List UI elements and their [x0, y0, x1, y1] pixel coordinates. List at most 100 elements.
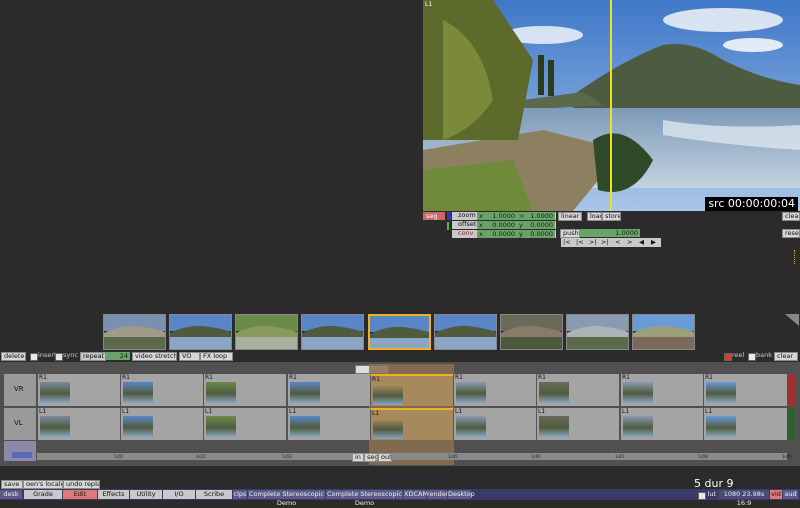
zoom-x-value[interactable]: 1.0000 — [492, 212, 515, 220]
conv-x-value[interactable]: 0.0000 — [492, 230, 515, 238]
offset-x-value[interactable]: 0.0000 — [492, 221, 515, 229]
vr-clip[interactable]: R1 — [203, 374, 286, 406]
clip-label: R1 — [39, 374, 47, 381]
clip-thumbnail — [456, 416, 486, 437]
zoom-y-value[interactable]: 1.0000 — [530, 212, 553, 220]
out-button[interactable]: out — [378, 453, 392, 462]
vl-clip[interactable]: L1 — [203, 408, 286, 440]
thumb-1[interactable] — [103, 314, 166, 350]
conv-x-label: x — [479, 230, 483, 238]
linear-button[interactable]: linear — [558, 212, 582, 221]
vr-clip[interactable]: R1 — [37, 374, 120, 406]
fx-loop-button[interactable]: FX loop — [200, 352, 233, 361]
goto-end-button[interactable]: >| — [601, 238, 609, 247]
thumb-9[interactable] — [632, 314, 695, 350]
vr-clip[interactable]: R1 — [703, 374, 787, 406]
prev-seg-button[interactable]: |< — [576, 238, 584, 247]
store-button[interactable]: store — [602, 212, 621, 221]
tab-render[interactable]: render — [427, 490, 448, 499]
repeat-button[interactable]: repeat — [80, 352, 106, 361]
vo-button[interactable]: VO — [179, 352, 200, 361]
reel-label: reel — [732, 351, 745, 359]
vr-clip[interactable]: R1 — [453, 374, 536, 406]
vl-clip[interactable]: L1 — [536, 408, 619, 440]
timeline-ruler[interactable] — [37, 453, 787, 460]
bin-scroll-triangle-icon[interactable] — [785, 314, 799, 326]
aud-toggle[interactable]: aud — [783, 490, 798, 499]
bank-checkbox[interactable] — [748, 353, 756, 361]
thumb-2[interactable] — [169, 314, 232, 350]
thumb-7[interactable] — [500, 314, 563, 350]
vl-clip[interactable]: L1 — [703, 408, 787, 440]
step-back-button[interactable]: < — [615, 238, 620, 247]
thumb-4[interactable] — [301, 314, 364, 350]
thumb-8[interactable] — [566, 314, 629, 350]
vl-clip[interactable]: L1 — [120, 408, 203, 440]
video-stretch-button[interactable]: video stretch — [132, 352, 177, 361]
track-header-audio[interactable] — [4, 441, 36, 461]
viewer-reset-button[interactable]: reset — [782, 229, 800, 238]
thumb-3[interactable] — [235, 314, 298, 350]
tab-edit[interactable]: Edit — [63, 490, 97, 499]
vr-clip[interactable]: R1 — [120, 374, 203, 406]
vl-clip[interactable]: L1 — [620, 408, 703, 440]
offset-label: offset — [458, 220, 477, 228]
ruler-tick-label: 1s01 — [114, 454, 124, 459]
track-header-active[interactable] — [12, 452, 32, 458]
tab-io[interactable]: I/O — [163, 490, 195, 499]
locale-button[interactable]: oen's locale — [23, 480, 63, 489]
viewer-clear-button[interactable]: clear — [782, 212, 800, 221]
vl-clip[interactable]: L1 — [287, 408, 370, 440]
vr-clip[interactable]: R1 — [620, 374, 703, 406]
vid-toggle[interactable]: vid — [770, 490, 782, 499]
push-value[interactable]: 1.0000 — [580, 229, 640, 237]
offset-y-value[interactable]: 0.0000 — [530, 221, 553, 229]
viewer-frame[interactable]: L1 src 00:00:00:04 — [423, 0, 800, 211]
insert-checkbox[interactable] — [30, 353, 38, 361]
vl-clip[interactable]: L1 — [453, 408, 536, 440]
undo-button[interactable]: undo replace — [63, 480, 100, 489]
tab-scribe[interactable]: Scribe — [196, 490, 232, 499]
sync-label: sync — [63, 351, 78, 359]
tab-utility[interactable]: Utility — [130, 490, 162, 499]
load-button[interactable]: load — [587, 212, 602, 221]
tab-desk[interactable]: desk — [0, 490, 22, 499]
tab-desktop[interactable]: Desktop — [448, 490, 475, 499]
step-forward-button[interactable]: > — [627, 238, 632, 247]
tab-clps[interactable]: clps — [233, 490, 247, 499]
in-button[interactable]: in — [352, 453, 364, 462]
play-reverse-button[interactable]: ◀ — [639, 238, 644, 247]
bin-clear-button[interactable]: clear — [774, 352, 798, 361]
lut-checkbox[interactable] — [698, 492, 706, 500]
save-button[interactable]: save — [1, 480, 23, 489]
format-readout[interactable]: 1080 23.98s 16:9 — [719, 490, 769, 507]
tab-effects[interactable]: Effects — [98, 490, 129, 499]
tab-demo-2[interactable]: Complete Stereoscopic Demo — [326, 490, 403, 507]
vr-clip[interactable]: R1 — [287, 374, 370, 406]
tab-grade[interactable]: Grade — [24, 490, 62, 499]
sync-checkbox[interactable] — [55, 353, 63, 361]
thumb-6[interactable] — [434, 314, 497, 350]
vl-clip[interactable]: L1 — [37, 408, 120, 440]
vl-clip[interactable]: L1 — [370, 408, 453, 440]
delete-button[interactable]: delete — [1, 352, 26, 361]
repeat-value[interactable]: 24 — [106, 352, 130, 360]
next-seg-button[interactable]: >| — [589, 238, 597, 247]
conv-y-value[interactable]: 0.0000 — [530, 230, 553, 238]
seg-mode-button[interactable]: seg — [423, 212, 445, 220]
conv-y-box: y 0.0000 — [517, 230, 555, 238]
thumbnail-image — [370, 316, 429, 348]
reel-checkbox[interactable] — [724, 353, 732, 361]
goto-start-button[interactable]: |< — [563, 238, 571, 247]
clip-thumbnail — [623, 416, 653, 437]
play-forward-button[interactable]: ▶ — [651, 238, 656, 247]
tab-demo-1[interactable]: Complete Stereoscopic Demo — [248, 490, 325, 507]
clip-label: R1 — [705, 374, 713, 381]
vr-clip[interactable]: R1 — [370, 374, 453, 406]
tab-xdcam[interactable]: XDCAM — [404, 490, 428, 499]
clip-label: R1 — [622, 374, 630, 381]
thumb-5[interactable] — [368, 314, 431, 350]
vr-clip[interactable]: R1 — [536, 374, 619, 406]
seg-button[interactable]: seg — [364, 453, 378, 462]
push-button[interactable]: push — [560, 229, 580, 238]
